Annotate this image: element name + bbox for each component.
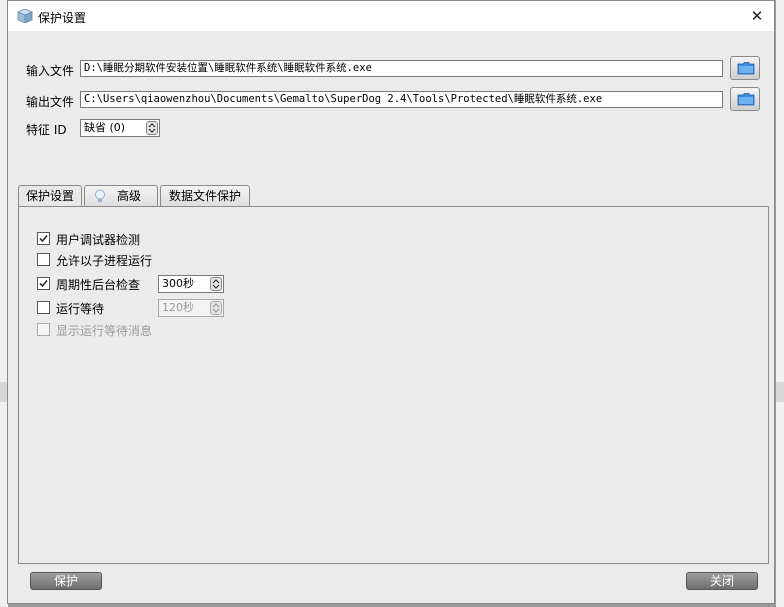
feature-id-label: 特征 ID <box>26 123 67 137</box>
run-wait-interval-spinner: 120秒 <box>158 299 224 317</box>
folder-icon <box>737 62 755 75</box>
interval-value: 300秒 <box>162 277 194 290</box>
option-label: 运行等待 <box>56 302 105 316</box>
checkbox <box>37 323 50 336</box>
browse-output-button[interactable] <box>730 87 760 111</box>
close-button[interactable]: 关闭 <box>686 572 758 590</box>
option-show-wait-message: 显示运行等待消息 <box>37 322 237 338</box>
checkbox[interactable] <box>37 232 50 245</box>
output-file-field[interactable]: C:\Users\qiaowenzhou\Documents\Gemalto\S… <box>80 91 723 108</box>
browse-input-button[interactable] <box>730 56 760 80</box>
tab-data-file-protection[interactable]: 数据文件保护 <box>160 185 250 206</box>
input-file-field[interactable]: D:\睡眠分期软件安装位置\睡眠软件系统\睡眠软件系统.exe <box>80 60 723 77</box>
app-cube-icon <box>17 9 33 23</box>
spin-arrows-icon[interactable] <box>146 121 158 135</box>
checkbox[interactable] <box>37 253 50 266</box>
option-label: 周期性后台检查 <box>56 278 141 292</box>
protect-button[interactable]: 保护 <box>30 572 102 590</box>
folder-icon <box>737 93 755 106</box>
spin-arrows-icon[interactable] <box>210 277 222 291</box>
option-label: 显示运行等待消息 <box>56 324 153 338</box>
tab-protection-settings[interactable]: 保护设置 <box>18 185 82 207</box>
tab-label: 高级 <box>116 189 141 203</box>
tab-advanced[interactable]: 高级 <box>84 185 158 206</box>
feature-id-value: 缺省 (0) <box>84 121 126 134</box>
protection-settings-panel: 用户调试器检测 允许以子进程运行 周期性后台检查 300秒 运行等待 120秒 <box>18 206 769 564</box>
protection-settings-dialog: 保护设置 ✕ 输入文件 D:\睡眠分期软件安装位置\睡眠软件系统\睡眠软件系统.… <box>7 0 775 604</box>
lightbulb-icon <box>95 189 105 202</box>
checkmark-icon <box>39 235 48 243</box>
interval-value: 120秒 <box>162 301 194 314</box>
spin-arrows-icon <box>210 301 222 315</box>
option-debugger-detection[interactable]: 用户调试器检测 <box>37 231 237 247</box>
option-allow-subprocess[interactable]: 允许以子进程运行 <box>37 252 237 268</box>
window-title: 保护设置 <box>38 11 87 25</box>
option-label: 允许以子进程运行 <box>56 254 153 268</box>
input-file-label: 输入文件 <box>26 64 75 78</box>
tab-label: 保护设置 <box>25 189 74 203</box>
background-window-right <box>776 0 784 607</box>
background-strip <box>776 382 784 402</box>
tab-label: 数据文件保护 <box>168 189 241 203</box>
checkmark-icon <box>39 280 48 288</box>
checkbox[interactable] <box>37 301 50 314</box>
feature-id-spinner[interactable]: 缺省 (0) <box>80 119 160 137</box>
checkbox[interactable] <box>37 277 50 290</box>
option-label: 用户调试器检测 <box>56 233 141 247</box>
periodic-check-interval-spinner[interactable]: 300秒 <box>158 275 224 293</box>
output-file-label: 输出文件 <box>26 95 75 109</box>
close-window-button[interactable]: ✕ <box>744 4 770 28</box>
titlebar: 保护设置 ✕ <box>8 1 774 31</box>
